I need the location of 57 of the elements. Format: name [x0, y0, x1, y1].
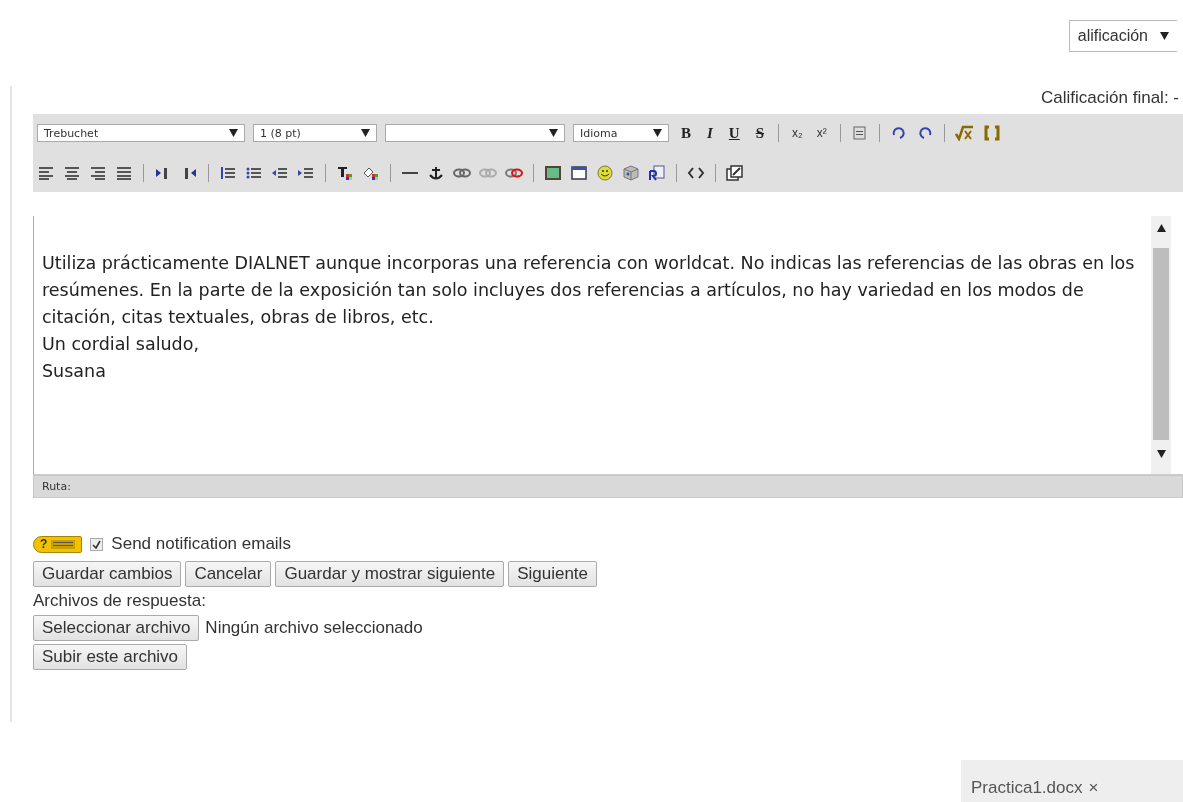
size-dropdown[interactable]: 1 (8 pt)	[253, 124, 377, 142]
equation-icon[interactable]	[954, 125, 975, 141]
anchor-icon[interactable]	[427, 165, 445, 181]
format-button[interactable]: B	[677, 124, 695, 142]
dropdown-arrow-icon[interactable]	[549, 129, 558, 137]
format-button[interactable]: U	[724, 124, 744, 142]
document-icon[interactable]	[648, 165, 666, 181]
align-center-icon[interactable]	[63, 165, 81, 181]
format-button[interactable]: I	[703, 124, 717, 142]
dropdown-arrow-icon[interactable]	[229, 129, 238, 137]
dropdown-arrow-icon[interactable]	[361, 129, 370, 137]
notify-checkbox[interactable]	[90, 537, 104, 551]
font-dropdown[interactable]: Trebuchet	[37, 124, 245, 142]
numbered-list-icon[interactable]	[219, 165, 237, 181]
script-button[interactable]: x₂	[789, 126, 806, 140]
script-button[interactable]: x²	[813, 126, 830, 140]
bullet-list-icon[interactable]	[245, 165, 263, 181]
grade-dropdown[interactable]: alificación	[1068, 20, 1177, 52]
files-label: Archivos de respuesta:	[33, 591, 207, 611]
highlight-color-icon[interactable]	[362, 165, 380, 181]
text-color-icon[interactable]	[336, 165, 354, 181]
dropdown-arrow-icon[interactable]	[653, 129, 662, 137]
smiley-icon[interactable]	[596, 165, 614, 181]
cube-icon[interactable]	[622, 165, 640, 181]
final-grade-label: Calificación final: -	[1040, 87, 1180, 108]
dropdown-arrow-icon[interactable]	[1160, 32, 1169, 40]
code-icon[interactable]	[687, 165, 705, 181]
comment-paragraph: Utiliza prácticamente DIALNET aunque incorporas una referencia con worldcat. No indicas las referencias de las obras en los resúmenes. En la parte de la exposición tan solo incluyes dos referencias a artículos, no hay variedad en los modos de citación, citas textuales, obras de libros, etc.	[42, 252, 1136, 329]
form-button[interactable]: Guardar y mostrar siguiente	[275, 561, 505, 587]
table-icon[interactable]	[570, 165, 588, 181]
upload-button[interactable]: Subir este archivo	[33, 644, 188, 670]
up-arrow-icon[interactable]	[1156, 224, 1166, 232]
form-button[interactable]: Siguiente	[508, 561, 598, 587]
brackets-icon[interactable]	[982, 125, 1001, 141]
choose-file-button[interactable]: Seleccionar archivo	[33, 615, 200, 641]
form-button[interactable]: Guardar cambios	[33, 561, 182, 587]
notify-label: Send notification emails	[111, 534, 291, 554]
align-right-icon[interactable]	[89, 165, 107, 181]
file-status: Ningún archivo seleccionado	[205, 618, 423, 638]
comment-paragraph: Un cordial saludo,	[42, 333, 200, 356]
format-button[interactable]: S	[751, 124, 769, 142]
dropdown-arrow-icon[interactable]	[1156, 450, 1166, 458]
fullscreen-icon[interactable]	[726, 165, 744, 181]
attachment-chip[interactable]: Practica1.docx ×	[961, 760, 1183, 802]
indent-icon[interactable]	[297, 165, 315, 181]
comment-paragraph: Susana	[42, 360, 107, 383]
align-left-icon[interactable]	[37, 165, 55, 181]
help-badge[interactable]: ?	[33, 535, 83, 553]
image-icon[interactable]	[544, 165, 562, 181]
justify-icon[interactable]	[115, 165, 133, 181]
remove-button[interactable]: ×	[1088, 778, 1099, 798]
paste-icon[interactable]	[850, 125, 869, 141]
form-button[interactable]: Cancelar	[185, 561, 272, 587]
path-bar: Ruta:	[33, 475, 1183, 498]
outdent-icon[interactable]	[271, 165, 289, 181]
scrollbar[interactable]	[1151, 216, 1171, 474]
language-dropdown[interactable]: Idioma	[573, 124, 669, 142]
